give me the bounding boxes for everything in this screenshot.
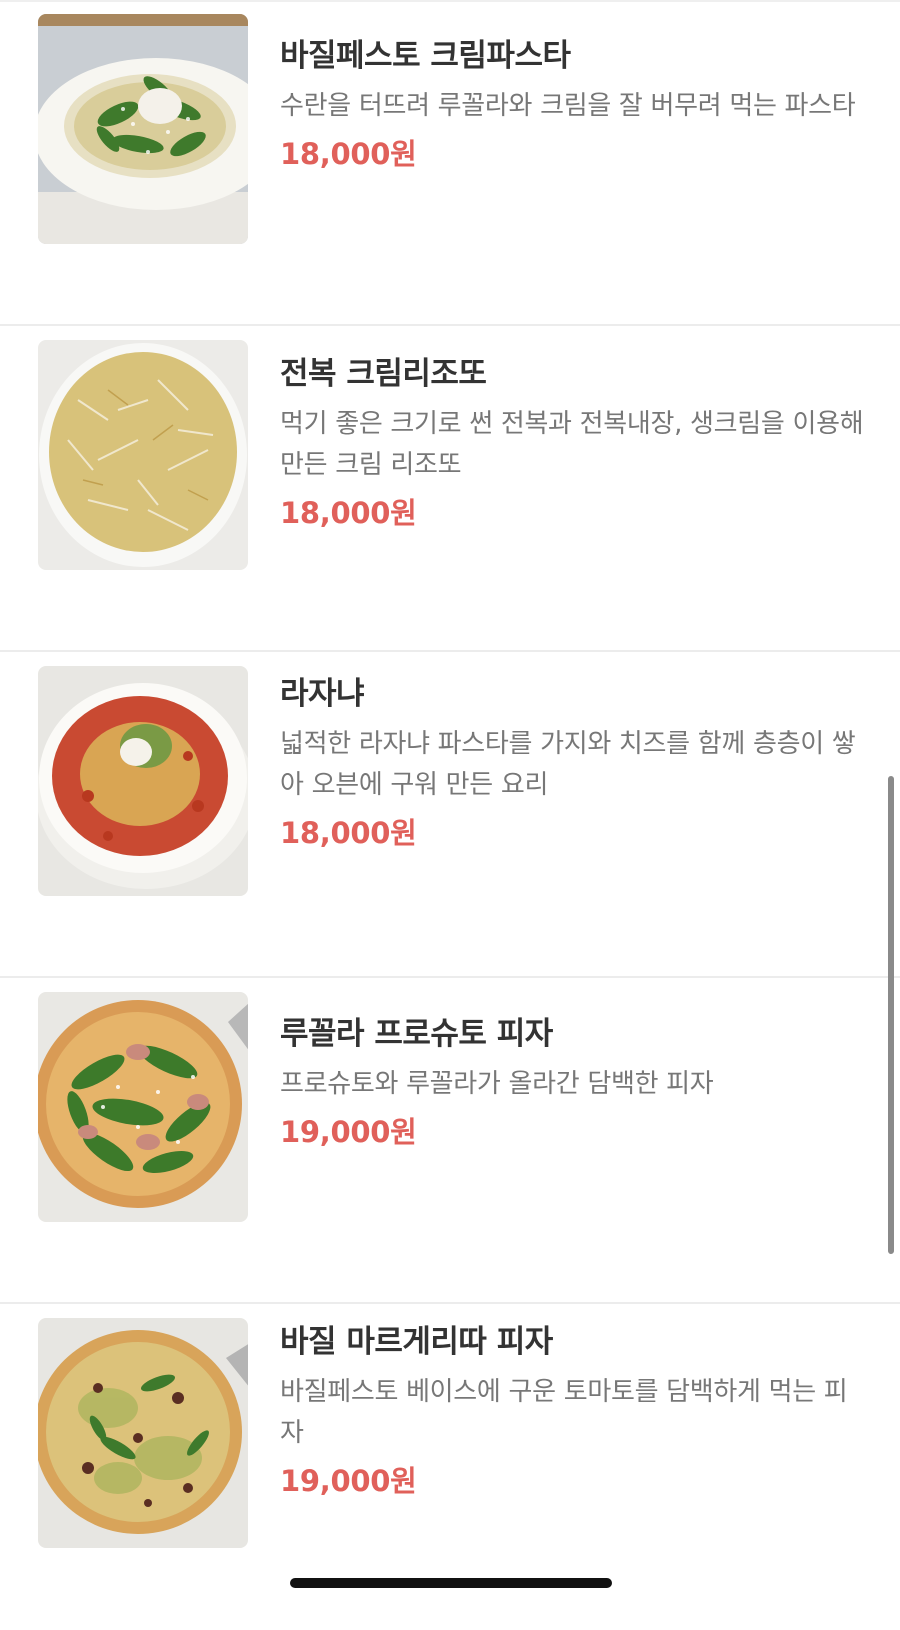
menu-item[interactable]: 바질페스토 크림파스타 수란을 터뜨려 루꼴라와 크림을 잘 버무려 먹는 파스… — [0, 0, 900, 326]
menu-item-info: 루꼴라 프로슈토 피자 프로슈토와 루꼴라가 올라간 담백한 피자 19,000… — [280, 1014, 870, 1151]
menu-item-price: 18,000원 — [280, 496, 417, 530]
menu-item-description: 넓적한 라자냐 파스타를 가지와 치즈를 함께 층층이 쌓아 오븐에 구워 만든… — [280, 729, 856, 800]
pasta-dish-image — [38, 14, 248, 244]
home-indicator[interactable] — [290, 1578, 612, 1588]
menu-item-description: 수란을 터뜨려 루꼴라와 크림을 잘 버무려 먹는 파스타 — [280, 91, 856, 121]
menu-item-info: 전복 크림리조또 먹기 좋은 크기로 썬 전복과 전복내장, 생크림을 이용해 … — [280, 354, 870, 532]
pizza-image — [38, 992, 248, 1222]
menu-item-name: 바질페스토 크림파스타 — [280, 38, 571, 74]
lasagna-dish-image — [38, 666, 248, 896]
menu-item-price: 19,000원 — [280, 1115, 417, 1149]
risotto-dish-image — [38, 340, 248, 570]
menu-item-name: 라자냐 — [280, 676, 365, 712]
menu-item-name: 전복 크림리조또 — [280, 356, 487, 392]
menu-item[interactable]: 루꼴라 프로슈토 피자 프로슈토와 루꼴라가 올라간 담백한 피자 19,000… — [0, 978, 900, 1304]
menu-item-name: 바질 마르게리따 피자 — [280, 1324, 553, 1360]
menu-item[interactable]: 전복 크림리조또 먹기 좋은 크기로 썬 전복과 전복내장, 생크림을 이용해 … — [0, 326, 900, 652]
menu-item-price: 18,000원 — [280, 816, 417, 850]
pizza-image — [38, 1318, 248, 1548]
menu-item-description: 프로슈토와 루꼴라가 올라간 담백한 피자 — [280, 1069, 714, 1099]
menu-item-price: 18,000원 — [280, 137, 417, 171]
menu-item-price: 19,000원 — [280, 1464, 417, 1498]
menu-item-description: 바질페스토 베이스에 구운 토마토를 담백하게 먹는 피자 — [280, 1377, 848, 1448]
menu-item-description: 먹기 좋은 크기로 썬 전복과 전복내장, 생크림을 이용해 만든 크림 리조또 — [280, 409, 864, 480]
menu-item-info: 바질 마르게리따 피자 바질페스토 베이스에 구운 토마토를 담백하게 먹는 피… — [280, 1322, 870, 1500]
menu-item[interactable]: 라자냐 넓적한 라자냐 파스타를 가지와 치즈를 함께 층층이 쌓아 오븐에 구… — [0, 652, 900, 978]
menu-item-info: 라자냐 넓적한 라자냐 파스타를 가지와 치즈를 함께 층층이 쌓아 오븐에 구… — [280, 674, 870, 852]
scrollbar[interactable] — [888, 776, 894, 1254]
menu-item-info: 바질페스토 크림파스타 수란을 터뜨려 루꼴라와 크림을 잘 버무려 먹는 파스… — [280, 36, 870, 173]
menu-item-name: 루꼴라 프로슈토 피자 — [280, 1016, 553, 1052]
